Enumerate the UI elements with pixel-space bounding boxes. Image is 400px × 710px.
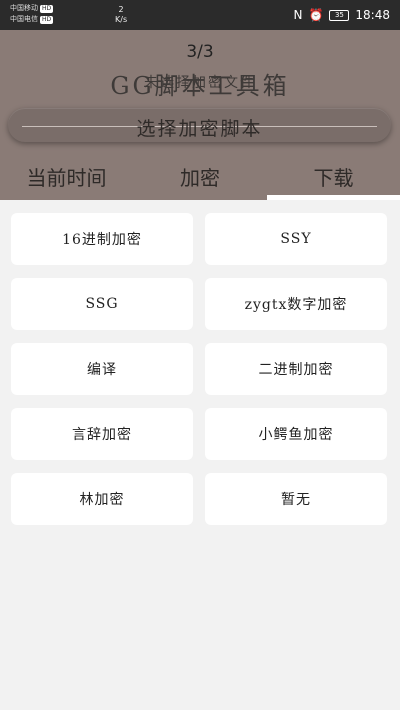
network-speed: 2 K/s	[115, 5, 127, 25]
option-none[interactable]: 暂无	[205, 473, 387, 525]
carrier-2: 中国电信	[10, 15, 38, 23]
option-crocodile-encrypt[interactable]: 小鳄鱼加密	[205, 408, 387, 460]
option-lin-encrypt[interactable]: 林加密	[11, 473, 193, 525]
option-yanci-encrypt[interactable]: 言辞加密	[11, 408, 193, 460]
option-zygtx-encrypt[interactable]: zygtx数字加密	[205, 278, 387, 330]
option-ssg[interactable]: SSG	[11, 278, 193, 330]
app-header: 3/3 GG脚本工具箱 未选择加密文件 选择加密脚本 当前时间 加密 下载	[0, 30, 400, 200]
option-compile[interactable]: 编译	[11, 343, 193, 395]
nfc-icon: N	[293, 8, 303, 22]
status-icons: N ⏰ 35 18:48	[293, 8, 390, 22]
battery-icon: 35	[329, 9, 350, 21]
network-speed-unit: K/s	[115, 15, 128, 24]
option-ssy[interactable]: SSY	[205, 213, 387, 265]
active-tab-indicator	[267, 195, 400, 200]
file-status: 未选择加密文件	[144, 75, 256, 91]
hd-badge-2: HD	[40, 16, 54, 24]
hd-badge: HD	[40, 5, 54, 13]
network-speed-value: 2	[118, 5, 124, 14]
option-binary-encrypt[interactable]: 二进制加密	[205, 343, 387, 395]
carrier-1: 中国移动	[10, 4, 38, 12]
status-bar: 中国移动 HD 中国电信 HD 2 K/s N ⏰ 35 18:48	[0, 0, 400, 30]
page-indicator: 3/3	[186, 42, 214, 62]
carrier-info: 中国移动 HD 中国电信 HD	[10, 3, 54, 25]
tab-encrypt[interactable]: 加密	[133, 162, 267, 200]
option-hex-encrypt[interactable]: 16进制加密	[11, 213, 193, 265]
clock: 18:48	[355, 8, 390, 22]
select-script-button[interactable]: 选择加密脚本	[8, 108, 391, 142]
select-script-label: 选择加密脚本	[136, 118, 263, 140]
tab-current-time[interactable]: 当前时间	[0, 162, 133, 200]
alarm-icon: ⏰	[308, 8, 324, 22]
